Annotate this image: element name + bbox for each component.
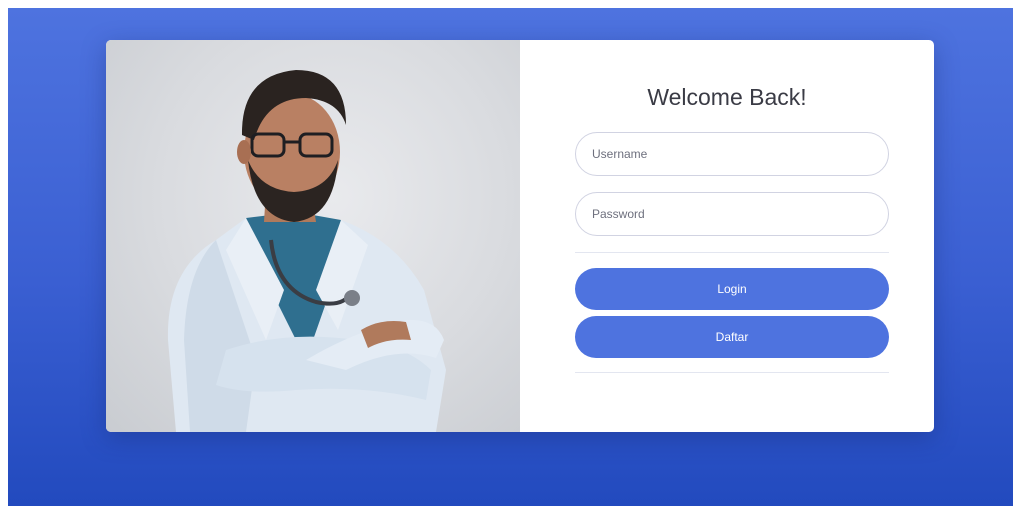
doctor-portrait-image xyxy=(106,40,520,432)
username-input[interactable] xyxy=(575,132,889,176)
divider-top xyxy=(575,252,889,253)
divider-bottom xyxy=(575,372,889,373)
password-input[interactable] xyxy=(575,192,889,236)
login-form: Welcome Back! Login Daftar xyxy=(520,40,934,432)
welcome-title: Welcome Back! xyxy=(647,84,807,110)
login-card: Welcome Back! Login Daftar xyxy=(106,40,934,432)
login-button[interactable]: Login xyxy=(575,268,889,310)
register-button[interactable]: Daftar xyxy=(575,316,889,358)
